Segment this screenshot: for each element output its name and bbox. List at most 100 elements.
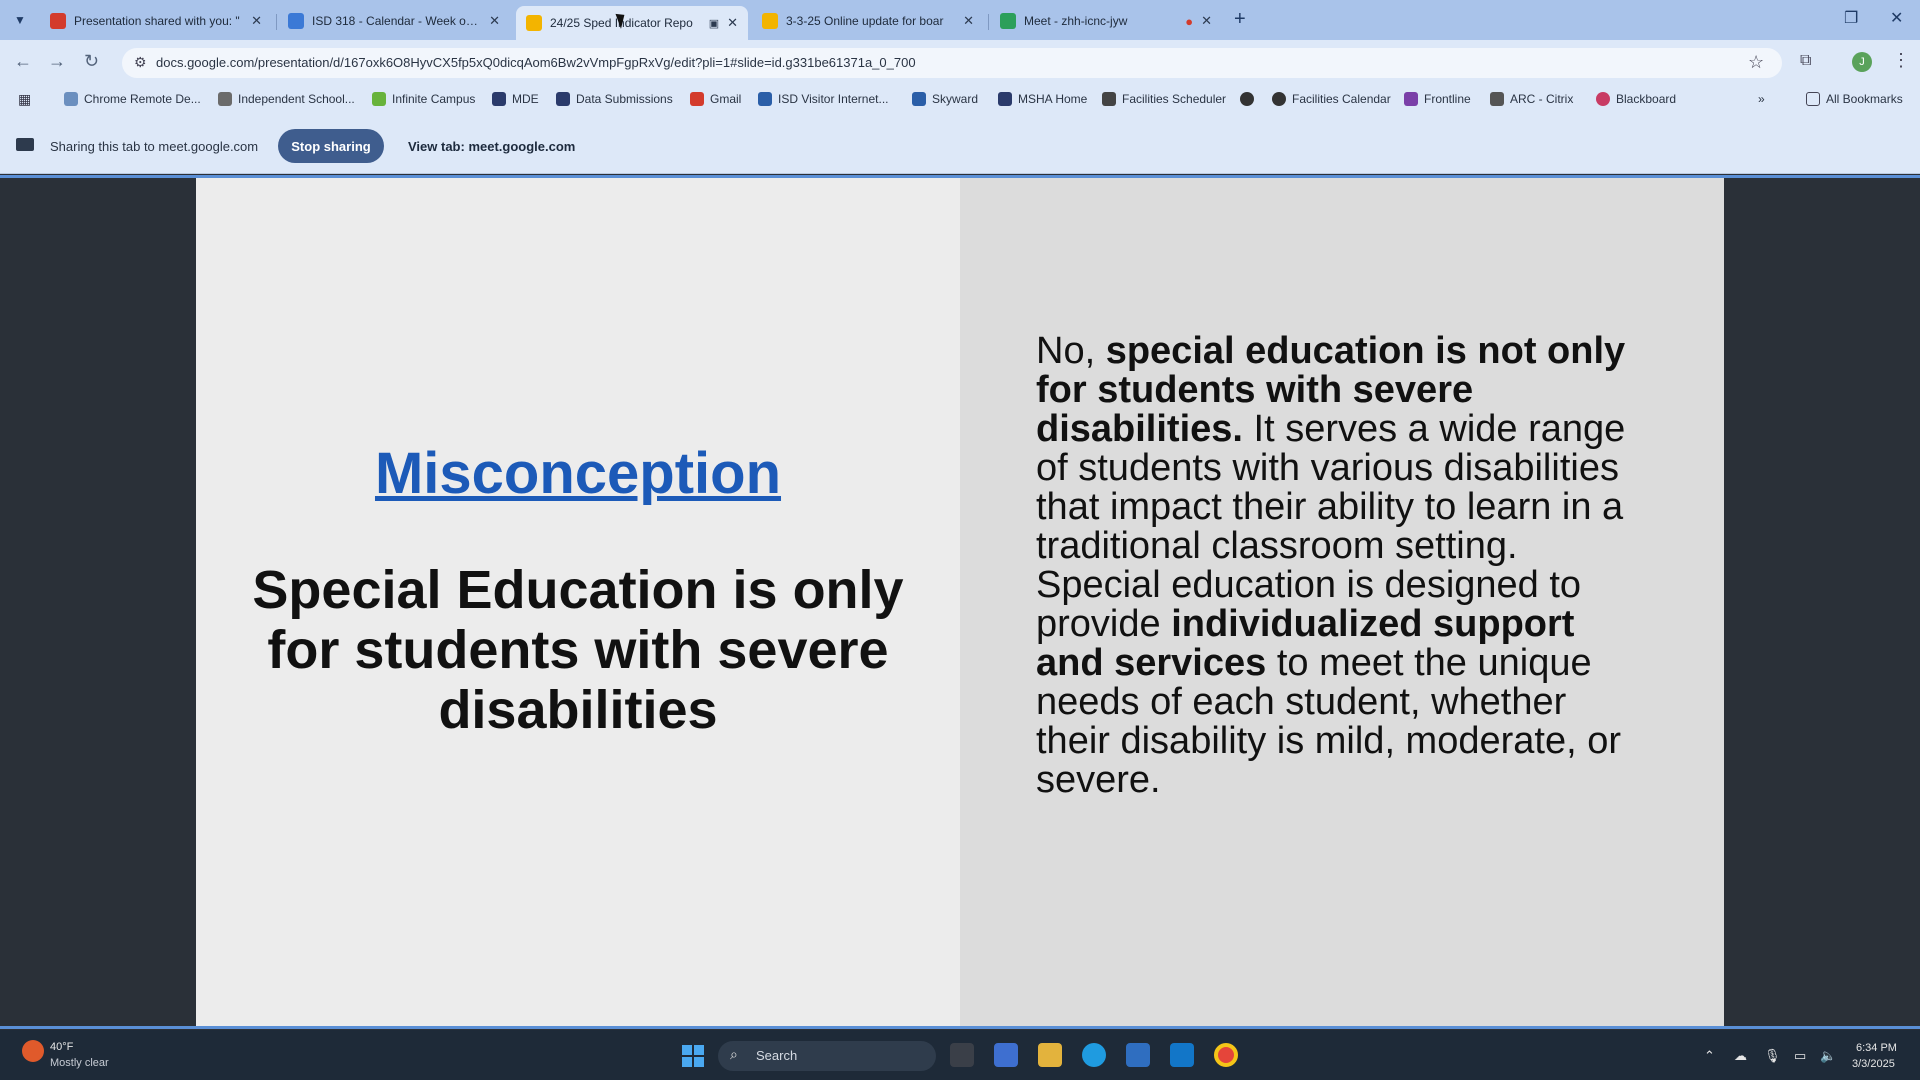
screen-share-icon <box>16 138 34 151</box>
bookmark-label: Blackboard <box>1616 92 1677 106</box>
teams-icon[interactable] <box>994 1043 1018 1067</box>
close-window-button[interactable]: ✕ <box>1890 8 1903 28</box>
bookmark-item[interactable]: ISD Visitor Internet... <box>758 92 889 106</box>
apps-grid-icon[interactable]: ▦ <box>18 91 31 108</box>
network-icon[interactable]: ▭ <box>1794 1048 1806 1064</box>
extensions-icon[interactable]: ⧉ <box>1800 52 1811 70</box>
bookmark-label: Facilities Calendar <box>1292 92 1391 106</box>
site-info-icon[interactable]: ⚙ <box>134 54 147 71</box>
close-icon[interactable]: ✕ <box>489 13 500 29</box>
bookmark-label: Facilities Scheduler <box>1122 92 1227 106</box>
meet-icon <box>1000 13 1016 29</box>
windows-start-icon[interactable] <box>682 1045 704 1067</box>
new-tab-button[interactable]: + <box>1234 8 1246 31</box>
bookmark-label: Skyward <box>932 92 979 106</box>
back-icon[interactable]: ← <box>14 51 32 72</box>
slide-heading: Misconception <box>374 441 782 506</box>
volume-icon[interactable]: 🔈 <box>1820 1048 1836 1064</box>
store-icon[interactable] <box>1126 1043 1150 1067</box>
tab-slides-active[interactable]: 24/25 Sped Indicator Repo ▣ ✕ <box>516 6 748 40</box>
bookmark-item[interactable]: Frontline <box>1404 92 1471 106</box>
screen-share-icon: ▣ <box>708 17 720 30</box>
clock-time[interactable]: 6:34 PM <box>1856 1042 1897 1054</box>
recording-icon: ● <box>1185 13 1194 29</box>
tab-slides[interactable]: 3-3-25 Online update for boar ✕ <box>752 6 984 36</box>
bookmark-label: Infinite Campus <box>392 92 476 106</box>
close-icon[interactable]: ✕ <box>727 15 738 31</box>
bookmark-item[interactable]: Facilities Scheduler <box>1102 92 1226 106</box>
bookmark-item[interactable]: ARC - Citrix <box>1490 92 1573 106</box>
slide-claim: Special Education is only for students w… <box>252 560 904 740</box>
tray-chevron-icon[interactable]: ⌃ <box>1704 1048 1715 1064</box>
taskbar-search-label: Search <box>756 1048 798 1063</box>
calendar-icon <box>288 13 304 29</box>
bookmark-icon <box>758 92 772 106</box>
bookmark-item[interactable]: Infinite Campus <box>372 92 475 106</box>
bookmark-icon <box>1596 92 1610 106</box>
onedrive-icon[interactable]: ☁ <box>1734 1048 1747 1064</box>
close-icon[interactable]: ✕ <box>1201 13 1212 29</box>
url-text[interactable]: docs.google.com/presentation/d/167oxk6O8… <box>156 55 916 70</box>
bookmark-icon <box>556 92 570 106</box>
tab-title: Meet - zhh-icnc-jyw <box>1024 14 1128 28</box>
weather-icon[interactable] <box>22 1040 44 1062</box>
bookmark-item[interactable]: Data Submissions <box>556 92 673 106</box>
weather-desc: Mostly clear <box>50 1057 109 1069</box>
forward-icon[interactable]: → <box>48 51 66 72</box>
tab-title: 3-3-25 Online update for boar <box>786 14 944 28</box>
bookmark-label: Independent School... <box>238 92 355 106</box>
bookmark-label: Frontline <box>1424 92 1471 106</box>
bookmark-icon <box>1240 92 1254 106</box>
outlook-icon[interactable] <box>1170 1043 1194 1067</box>
answer-text: No, <box>1036 330 1106 372</box>
clock-date[interactable]: 3/3/2025 <box>1852 1058 1895 1070</box>
bookmark-star-icon[interactable]: ☆ <box>1748 52 1764 73</box>
bookmark-item[interactable]: Gmail <box>690 92 741 106</box>
bookmark-item[interactable]: Skyward <box>912 92 978 106</box>
restore-window-button[interactable]: ❐ <box>1844 8 1858 28</box>
reload-icon[interactable]: ↻ <box>84 51 99 72</box>
bookmark-item[interactable] <box>1240 92 1260 106</box>
bookmark-icon <box>218 92 232 106</box>
microphone-icon[interactable]: 🎙 <box>1764 1048 1781 1064</box>
edge-icon[interactable] <box>1082 1043 1106 1067</box>
all-bookmarks[interactable]: All Bookmarks <box>1806 92 1903 106</box>
tab-search-icon[interactable]: ▼ <box>10 10 30 30</box>
file-explorer-icon[interactable] <box>1038 1043 1062 1067</box>
tab-meet[interactable]: Meet - zhh-icnc-jyw ● ✕ <box>990 6 1222 36</box>
bookmark-icon <box>998 92 1012 106</box>
more-bookmarks-icon[interactable]: » <box>1758 92 1765 106</box>
tab-title: Presentation shared with you: " <box>74 14 240 28</box>
close-icon[interactable]: ✕ <box>251 13 262 29</box>
stop-sharing-button[interactable]: Stop sharing <box>278 129 384 163</box>
bookmark-item[interactable]: MSHA Home <box>998 92 1087 106</box>
taskbar-search[interactable] <box>718 1041 936 1071</box>
close-icon[interactable]: ✕ <box>963 13 974 29</box>
tab-divider <box>988 14 989 30</box>
bookmark-item[interactable]: Independent School... <box>218 92 355 106</box>
view-tab-link[interactable]: View tab: meet.google.com <box>408 139 575 154</box>
tab-calendar[interactable]: ISD 318 - Calendar - Week of M ✕ <box>278 6 510 36</box>
bookmark-icon <box>1272 92 1286 106</box>
bookmark-icon <box>690 92 704 106</box>
task-view-icon[interactable] <box>950 1043 974 1067</box>
bookmark-item[interactable]: Blackboard <box>1596 92 1676 106</box>
bookmark-label: Gmail <box>710 92 742 106</box>
bookmark-label: MDE <box>512 92 539 106</box>
bookmark-label: MSHA Home <box>1018 92 1088 106</box>
sharing-status: Sharing this tab to meet.google.com <box>50 139 259 154</box>
chrome-icon[interactable] <box>1214 1043 1238 1067</box>
slides-icon <box>526 15 542 31</box>
folder-icon <box>1806 92 1820 106</box>
profile-avatar[interactable]: J <box>1852 52 1872 72</box>
bookmark-item[interactable]: Chrome Remote De... <box>64 92 201 106</box>
menu-icon[interactable]: ⋮ <box>1892 50 1910 71</box>
weather-temp: 40°F <box>50 1041 74 1053</box>
tab-gmail[interactable]: Presentation shared with you: " ✕ <box>40 6 272 36</box>
slides-icon <box>762 13 778 29</box>
bookmark-icon <box>64 92 78 106</box>
bookmark-label: Data Submissions <box>576 92 673 106</box>
bookmark-item[interactable]: MDE <box>492 92 539 106</box>
bookmark-item[interactable]: Facilities Calendar <box>1272 92 1391 106</box>
tab-divider <box>276 14 277 30</box>
